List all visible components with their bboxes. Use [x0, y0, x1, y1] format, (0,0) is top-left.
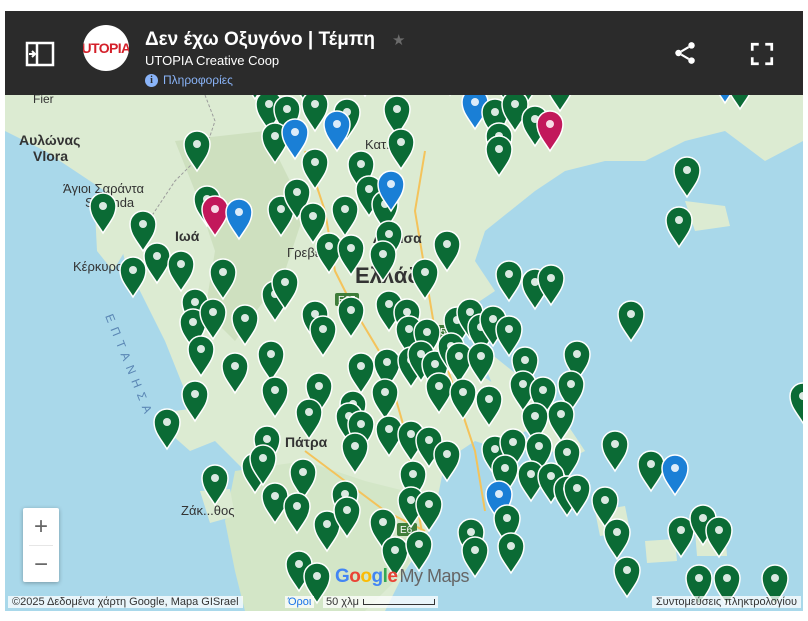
map-frame: Fier Αυλώνας Vlora Άγιοι Σαράντα Saranda…: [5, 11, 803, 611]
google-my-maps-logo: Google My Maps: [335, 566, 469, 587]
label-vlora: Vlora: [33, 148, 68, 164]
fullscreen-icon[interactable]: [749, 41, 775, 67]
label-ioannina: Ιωά: [175, 228, 200, 244]
info-label: Πληροφορίες: [163, 73, 233, 87]
info-icon: i: [145, 73, 158, 87]
keyboard-shortcuts-link[interactable]: Συντομεύσεις πληκτρολογίου: [651, 596, 801, 608]
label-aulonas: Αυλώνας: [19, 132, 80, 148]
scale-label: 50 χλμ: [326, 596, 359, 608]
map-attribution: ©2025 Δεδομένα χάρτη Google, Mapa GISrae…: [8, 596, 243, 608]
map-header: UTOPIA Δεν έχω Οξυγόνο | Τέμπη ★ UTOPIA …: [5, 11, 803, 95]
scale-bar: [362, 599, 435, 605]
utopia-logo: UTOPIA: [83, 25, 129, 71]
map-title: Δεν έχω Οξυγόνο | Τέμπη: [145, 29, 376, 50]
zoom-in-button[interactable]: +: [23, 508, 59, 545]
map-author: UTOPIA Creative Coop: [145, 53, 280, 68]
panel-toggle-icon[interactable]: [25, 41, 55, 67]
zoom-control: + −: [23, 508, 59, 582]
share-icon[interactable]: [672, 40, 698, 66]
map-canvas[interactable]: Fier Αυλώνας Vlora Άγιοι Σαράντα Saranda…: [5, 11, 803, 611]
info-link[interactable]: i Πληροφορίες: [145, 73, 233, 87]
terms-link[interactable]: Όροι: [285, 596, 315, 608]
zoom-out-button[interactable]: −: [23, 546, 59, 583]
label-patra: Πάτρα: [285, 434, 328, 450]
map-footer: ©2025 Δεδομένα χάρτη Google, Mapa GISrae…: [5, 594, 803, 611]
star-icon[interactable]: ★: [392, 31, 405, 49]
label-zakynthos: Ζάκ...θος: [181, 503, 235, 518]
scale-control[interactable]: 50 χλμ: [323, 596, 438, 608]
label-kerkyra: Κέρκυρα: [73, 259, 124, 274]
